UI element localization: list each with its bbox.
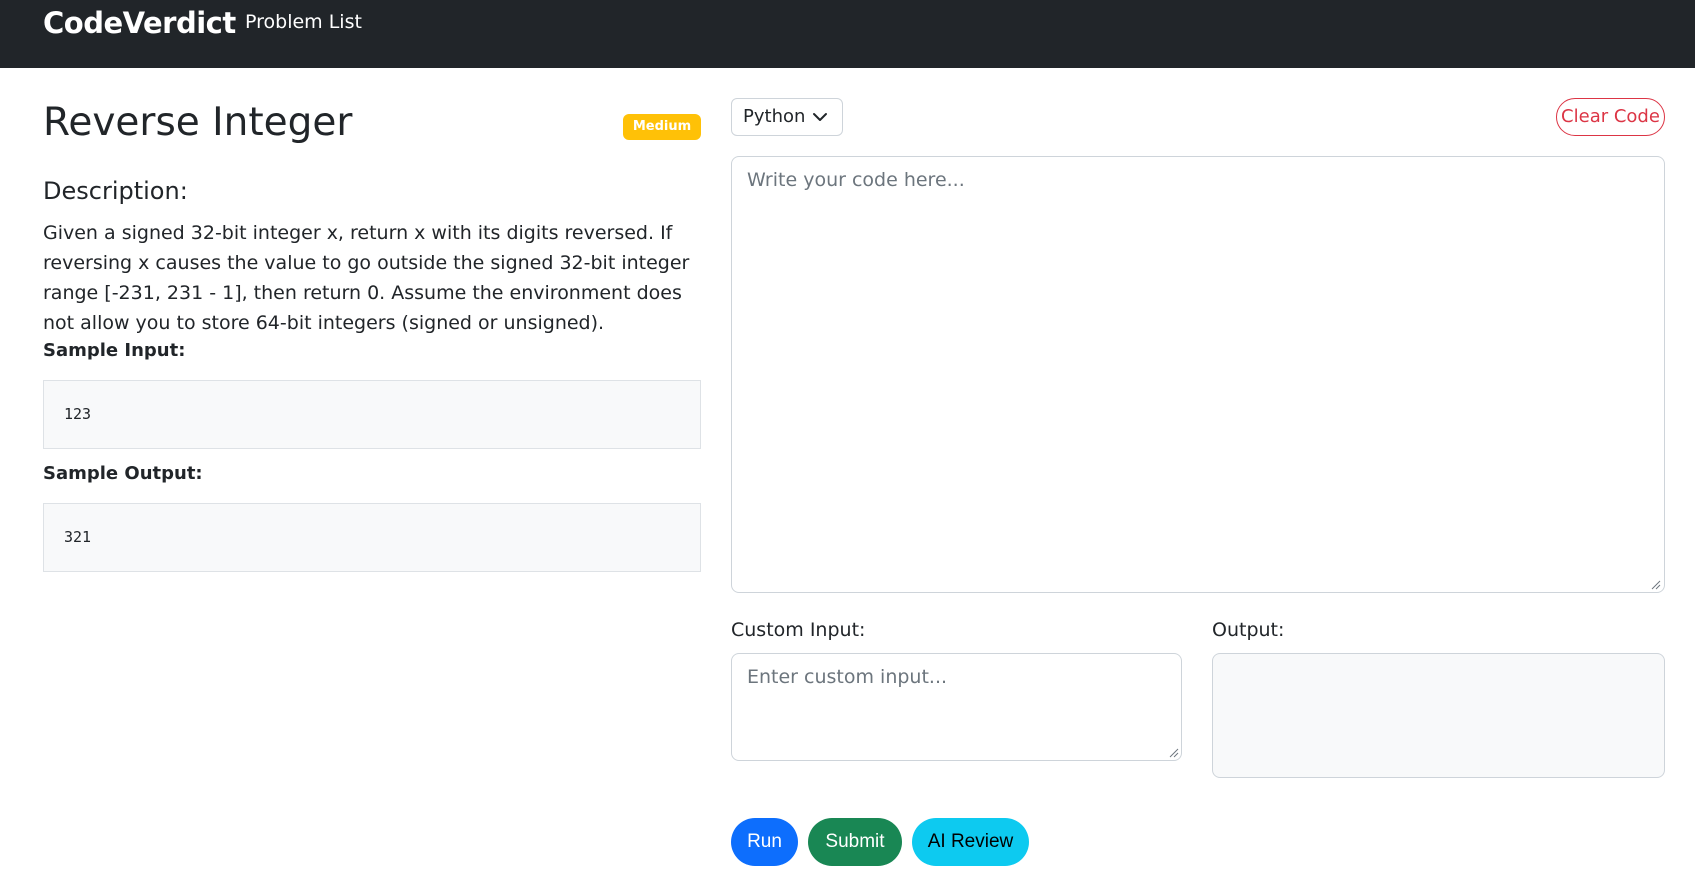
nav-link-problem-list[interactable]: Problem List xyxy=(245,11,362,33)
brand-logo[interactable]: CodeVerdict xyxy=(43,6,236,40)
sample-output-label: Sample Output: xyxy=(43,463,203,484)
custom-input-label: Custom Input: xyxy=(731,619,866,641)
chevron-down-icon xyxy=(813,113,827,121)
clear-code-button[interactable]: Clear Code xyxy=(1556,98,1665,136)
sample-input-box: 123 xyxy=(43,380,701,449)
submit-button[interactable]: Submit xyxy=(808,818,902,866)
sample-input-label: Sample Input: xyxy=(43,340,186,361)
output-box xyxy=(1212,653,1665,778)
ai-review-button[interactable]: AI Review xyxy=(912,818,1029,866)
description-text: Given a signed 32-bit integer x, return … xyxy=(43,222,690,334)
resize-grip-icon[interactable] xyxy=(1651,580,1661,590)
run-button[interactable]: Run xyxy=(731,818,798,866)
problem-title: Reverse Integer xyxy=(43,100,353,145)
code-editor[interactable] xyxy=(731,156,1665,593)
language-select-value: Python xyxy=(743,106,806,127)
difficulty-badge: Medium xyxy=(623,114,701,140)
resize-grip-icon[interactable] xyxy=(1169,748,1179,758)
custom-input-field[interactable] xyxy=(731,653,1182,761)
sample-output-box: 321 xyxy=(43,503,701,572)
output-label: Output: xyxy=(1212,619,1285,641)
language-select[interactable]: Python xyxy=(731,98,843,136)
navbar: CodeVerdict Problem List xyxy=(0,0,1695,68)
description-heading: Description: xyxy=(43,177,188,205)
